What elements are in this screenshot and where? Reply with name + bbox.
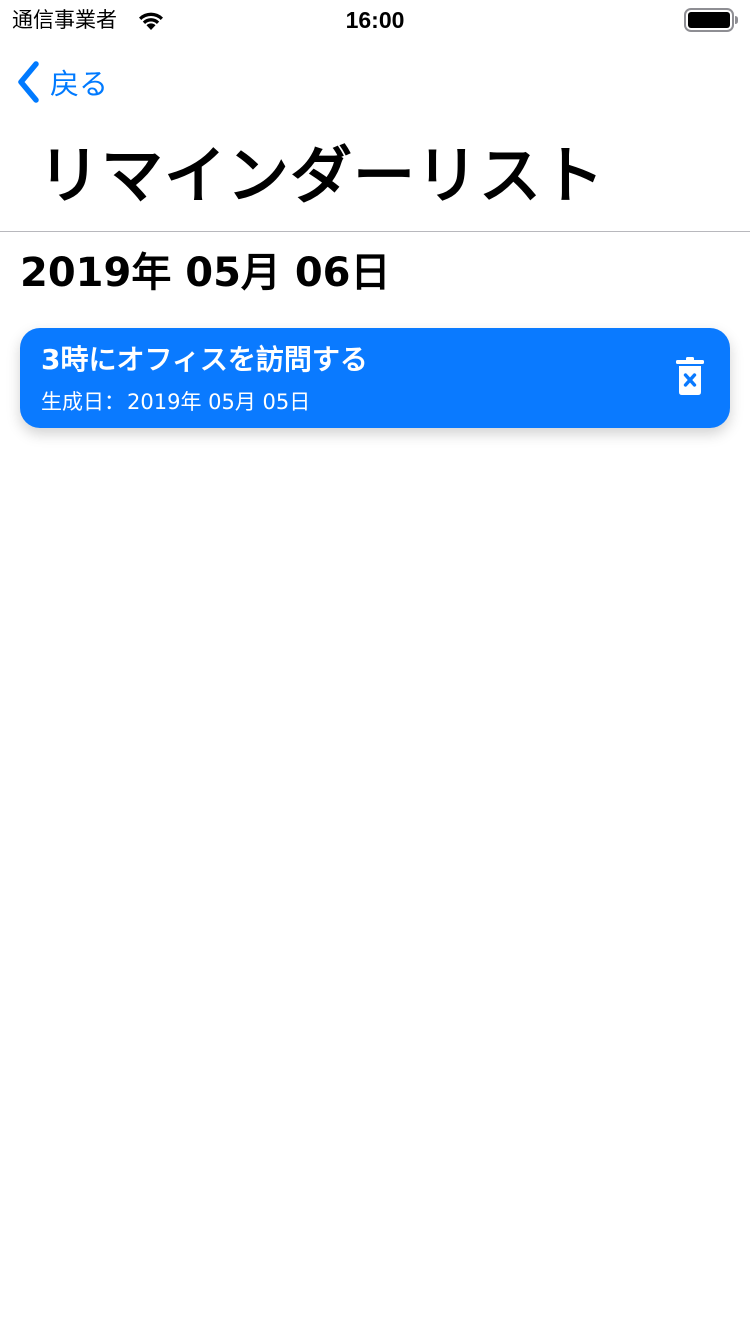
created-label: 生成日： [41,390,125,414]
back-label: 戻る [50,67,109,101]
battery-full-icon [684,8,740,32]
reminder-created-date: 生成日：2019年 05月 05日 [41,388,310,416]
page-title: リマインダーリスト [38,139,606,212]
divider [0,231,750,232]
delete-reminder-button[interactable] [670,356,710,400]
reminder-title: 3時にオフィスを訪問する [41,343,368,376]
reminder-card[interactable]: 3時にオフィスを訪問する 生成日：2019年 05月 05日 [20,328,730,428]
status-bar: 通信事業者 16:00 [0,0,750,40]
navigation-bar: 戻る [0,52,750,116]
status-time: 16:00 [345,7,405,33]
back-button[interactable]: 戻る [14,60,108,108]
section-date-header: 2019年 05月 06日 [20,250,391,296]
trash-delete-icon [674,356,706,400]
chevron-left-icon [14,59,50,109]
created-date-value: 2019年 05月 05日 [127,390,311,414]
